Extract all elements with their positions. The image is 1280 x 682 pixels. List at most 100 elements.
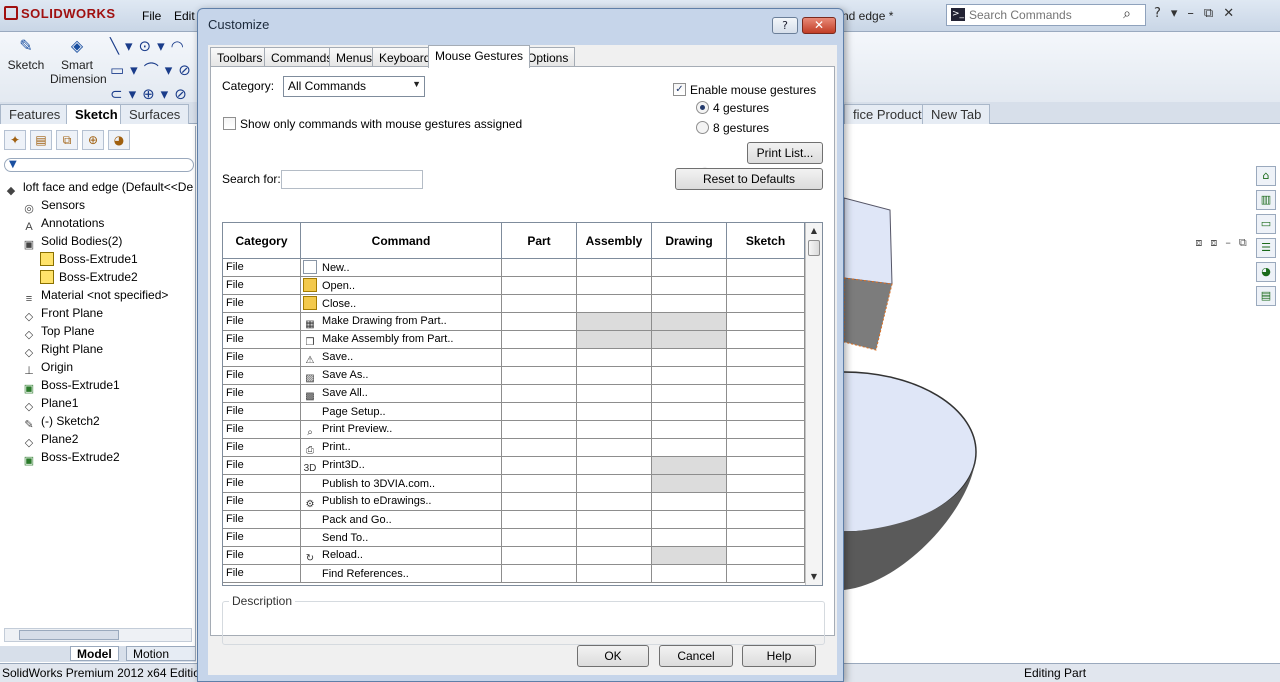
cell-assembly[interactable] (577, 565, 652, 582)
cell-assembly[interactable] (577, 439, 652, 456)
window-controls[interactable]: ?▾–⧉✕ (1154, 6, 1244, 21)
scrollbar-thumb[interactable] (808, 240, 820, 256)
tree-item[interactable]: ◇ Plane2 (22, 430, 79, 449)
tree-item[interactable]: Boss-Extrude1 (40, 250, 138, 268)
cell-assembly[interactable] (577, 349, 652, 366)
cell-assembly[interactable] (577, 313, 652, 330)
view-palette-icon[interactable]: ☰ (1256, 238, 1276, 258)
cell-assembly[interactable] (577, 367, 652, 384)
cell-assembly[interactable] (577, 421, 652, 438)
tab-model[interactable]: Model (70, 646, 119, 661)
table-row[interactable]: File Send To.. (223, 529, 805, 547)
cell-drawing[interactable] (652, 277, 727, 294)
col-part[interactable]: Part (502, 223, 577, 258)
radio-8-gestures[interactable] (696, 121, 709, 134)
table-row[interactable]: File ⚙ Publish to eDrawings.. (223, 493, 805, 511)
cell-part[interactable] (502, 313, 577, 330)
cell-sketch[interactable] (727, 313, 805, 330)
filter-icon[interactable]: ▼ (4, 158, 194, 172)
cell-sketch[interactable] (727, 475, 805, 492)
tab-sketch[interactable]: Sketch (66, 104, 127, 124)
tree-item[interactable]: ◇ Top Plane (22, 322, 95, 341)
table-row[interactable]: File Page Setup.. (223, 403, 805, 421)
scroll-up-icon[interactable]: ▲ (806, 223, 822, 239)
feature-tree-scrollbar[interactable] (4, 628, 192, 642)
search-for-input[interactable] (281, 170, 423, 189)
table-row[interactable]: File ▦ Make Drawing from Part.. (223, 313, 805, 331)
tree-item[interactable]: A Annotations (22, 214, 104, 233)
cell-assembly[interactable] (577, 295, 652, 312)
sketch-button[interactable]: ✎ Sketch (6, 36, 46, 72)
design-library-icon[interactable]: ▥ (1256, 190, 1276, 210)
tree-item[interactable]: ⊥ Origin (22, 358, 73, 377)
cell-drawing[interactable] (652, 313, 727, 330)
feature-tree-icon[interactable]: ✦ (4, 130, 26, 150)
cell-part[interactable] (502, 421, 577, 438)
cell-part[interactable] (502, 331, 577, 348)
display-manager-icon[interactable]: ◕ (108, 130, 130, 150)
cell-sketch[interactable] (727, 421, 805, 438)
cancel-button[interactable]: Cancel (659, 645, 733, 667)
cell-sketch[interactable] (727, 277, 805, 294)
print-list-button[interactable]: Print List... (747, 142, 823, 164)
tab-surfaces[interactable]: Surfaces (120, 104, 190, 124)
cell-sketch[interactable] (727, 457, 805, 474)
tree-item[interactable]: ▣ Solid Bodies(2) (22, 232, 123, 251)
tree-item[interactable]: ◆ loft face and edge (Default<<De (4, 178, 193, 197)
appearances-icon[interactable]: ◕ (1256, 262, 1276, 282)
cell-assembly[interactable] (577, 529, 652, 546)
col-category[interactable]: Category (223, 223, 301, 258)
table-row[interactable]: File ❒ Make Assembly from Part.. (223, 331, 805, 349)
cell-part[interactable] (502, 529, 577, 546)
dialog-close-button[interactable]: ✕ (802, 17, 836, 34)
cell-assembly[interactable] (577, 277, 652, 294)
cell-drawing[interactable] (652, 511, 727, 528)
cell-sketch[interactable] (727, 385, 805, 402)
enable-gestures-checkbox[interactable]: ✓ (673, 83, 686, 96)
reset-defaults-button[interactable]: Reset to Defaults (675, 168, 823, 190)
custom-properties-icon[interactable]: ▤ (1256, 286, 1276, 306)
search-icon[interactable]: ⌕ (1123, 6, 1131, 22)
cell-part[interactable] (502, 295, 577, 312)
table-row[interactable]: File Find References.. (223, 565, 805, 583)
property-manager-icon[interactable]: ▤ (30, 130, 52, 150)
cell-part[interactable] (502, 439, 577, 456)
col-assembly[interactable]: Assembly (577, 223, 652, 258)
home-icon[interactable]: ⌂ (1256, 166, 1276, 186)
tab-motion-study[interactable]: Motion Stud (126, 646, 196, 675)
sketch-tools-icons[interactable]: ╲▾⊙▾◠ ▭▾⌒▾⊘ ⊂▾⊕▾⊘ (110, 34, 197, 106)
cell-assembly[interactable] (577, 385, 652, 402)
tree-item[interactable]: ◎ Sensors (22, 196, 85, 215)
cell-part[interactable] (502, 277, 577, 294)
table-row[interactable]: File Pack and Go.. (223, 511, 805, 529)
cell-assembly[interactable] (577, 493, 652, 510)
cell-sketch[interactable] (727, 349, 805, 366)
tab-new-tab[interactable]: New Tab (922, 104, 991, 124)
cell-drawing[interactable] (652, 565, 727, 582)
cell-drawing[interactable] (652, 439, 727, 456)
dialog-help-button[interactable]: ? (772, 17, 798, 34)
cell-part[interactable] (502, 349, 577, 366)
cell-drawing[interactable] (652, 331, 727, 348)
model-view[interactable] (711, 124, 1280, 663)
file-explorer-icon[interactable]: ▭ (1256, 214, 1276, 234)
cell-sketch[interactable] (727, 295, 805, 312)
cell-drawing[interactable] (652, 403, 727, 420)
table-row[interactable]: File New.. (223, 259, 805, 277)
cell-assembly[interactable] (577, 403, 652, 420)
cell-part[interactable] (502, 385, 577, 402)
cell-sketch[interactable] (727, 331, 805, 348)
smart-dimension-button[interactable]: ◈ Smart Dimension (50, 36, 107, 86)
menu-file[interactable]: File (142, 9, 161, 23)
cell-drawing[interactable] (652, 259, 727, 276)
cell-sketch[interactable] (727, 511, 805, 528)
show-only-checkbox[interactable] (223, 117, 236, 130)
cell-part[interactable] (502, 493, 577, 510)
cell-part[interactable] (502, 565, 577, 582)
table-row[interactable]: File ▩ Save All.. (223, 385, 805, 403)
menu-edit[interactable]: Edit (174, 9, 195, 23)
search-commands-input[interactable] (969, 7, 1119, 23)
col-sketch[interactable]: Sketch (727, 223, 805, 258)
col-drawing[interactable]: Drawing (652, 223, 727, 258)
table-row[interactable]: File ↻ Reload.. (223, 547, 805, 565)
